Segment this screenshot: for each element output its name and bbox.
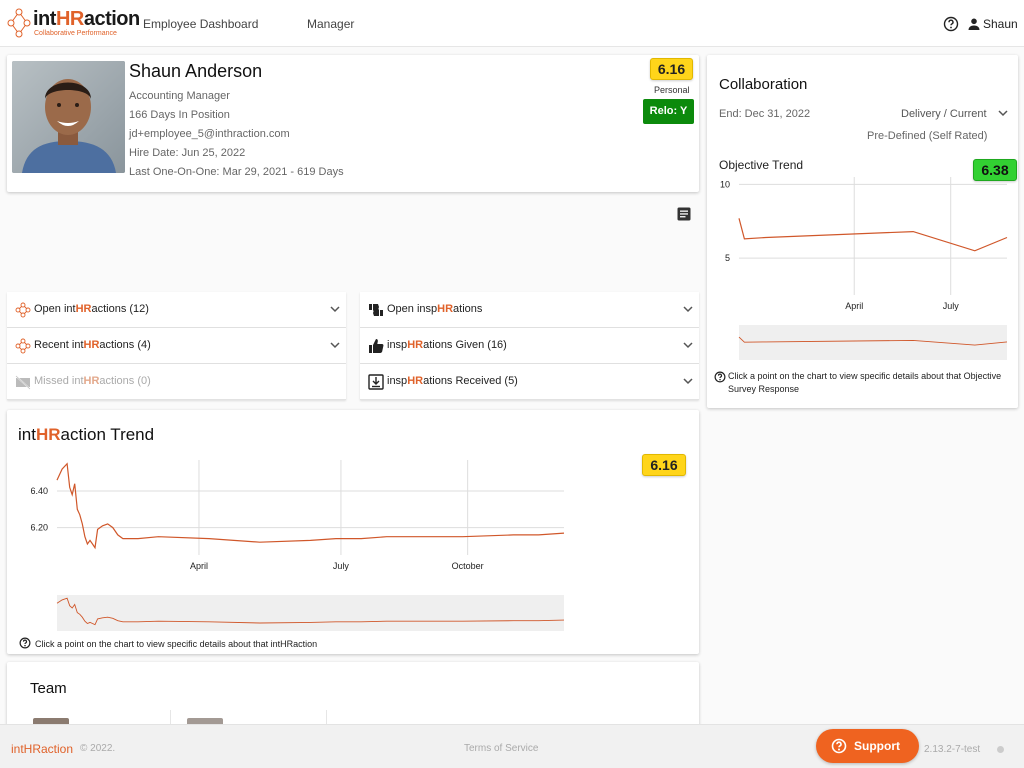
x-tick-label: July [333,561,350,571]
y-tick-label: 10 [720,179,730,189]
objective-trend-chart[interactable]: 10 5 April July [707,55,1018,360]
top-bar: intHRaction Collaborative Performance Em… [0,0,1024,47]
accordion-missed-inthractions: Missed intHRactions (0) [7,364,346,400]
accordion-open-insphrations[interactable]: Open inspHRations [360,292,699,328]
accordion-recent-inthractions[interactable]: Recent intHRactions (4) [7,328,346,364]
missed-icon [15,375,31,390]
team-title: Team [30,680,67,697]
accordion-insphrations-given[interactable]: inspHRations Given (16) [360,328,699,364]
thumbs-icon [369,304,383,316]
profile-days-in-position: 166 Days In Position [129,109,230,121]
chevron-down-icon [683,342,693,349]
personal-score-badge[interactable]: 6.16 [650,58,693,80]
person-icon [968,18,980,30]
x-tick-label: April [190,561,208,571]
objective-hint: Click a point on the chart to view speci… [714,370,1014,396]
network-icon [15,338,31,354]
accordion-label: Open inspHRations [387,303,483,315]
series-line [56,462,565,550]
accordion-label: inspHRations Given (16) [387,339,507,351]
accordion-label: Missed intHRactions (0) [34,375,151,387]
x-tick-label: April [845,301,863,311]
navigator-band [57,595,564,631]
personal-score-label: Personal [654,85,690,95]
help-icon [831,738,847,754]
app-logo[interactable]: intHRaction Collaborative Performance [5,6,140,40]
help-icon[interactable] [943,16,959,37]
footer-copyright: © 2022. [80,743,116,754]
logo-wordmark: intHRaction [33,8,140,30]
footer-brand: intHRaction [11,742,74,756]
terms-of-service-link[interactable]: Terms of Service [464,743,538,754]
y-tick-label: 6.20 [30,523,48,533]
profile-card: Shaun Anderson Accounting Manager 166 Da… [7,55,699,192]
support-button[interactable]: Support [816,729,919,763]
profile-hire-date: Hire Date: Jun 25, 2022 [129,147,246,159]
objective-hint-text: Click a point on the chart to view speci… [728,371,1002,394]
status-dot [997,746,1004,753]
profile-last-one-on-one: Last One-On-One: Mar 29, 2021 - 619 Days [129,166,344,178]
support-label: Support [854,739,900,753]
notes-icon[interactable] [677,207,691,226]
navigator-band [739,325,1007,360]
relo-badge: Relo: Y [643,99,694,124]
logo-network-icon [7,8,31,38]
app-version: 2.13.2-7-test [924,744,981,755]
profile-name: Shaun Anderson [129,61,263,81]
help-icon [19,637,31,649]
user-name: Shaun [983,17,1018,31]
y-tick-label: 6.40 [30,486,48,496]
thumbs-up-icon [369,339,384,353]
chevron-down-icon [683,378,693,385]
footer: intHRaction © 2022. Terms of Service Sup… [0,724,1024,768]
logo-tagline: Collaborative Performance [34,30,117,37]
y-tick-label: 5 [725,253,730,263]
accordion-label: inspHRations Received (5) [387,375,518,387]
profile-title: Accounting Manager [129,90,230,102]
accordion-label: Open intHRactions (12) [34,303,149,315]
help-icon [714,371,726,383]
profile-photo [12,61,125,173]
accordion-insphrations-received[interactable]: inspHRations Received (5) [360,364,699,400]
nav-manager[interactable]: Manager [307,17,354,31]
trend-hint: Click a point on the chart to view speci… [19,637,317,651]
nav-employee-dashboard[interactable]: Employee Dashboard [143,17,258,31]
user-menu[interactable]: Shaun [968,17,1018,31]
profile-email[interactable]: jd+employee_5@inthraction.com [129,128,290,140]
trend-score-badge[interactable]: 6.16 [642,454,686,476]
network-icon [15,302,31,318]
accordion-open-inthractions[interactable]: Open intHRactions (12) [7,292,346,328]
x-tick-label: October [452,561,484,571]
chevron-down-icon [330,342,340,349]
inbox-download-icon [368,374,384,390]
x-tick-label: July [943,301,960,311]
chevron-down-icon [683,306,693,313]
collaboration-card: Collaboration End: Dec 31, 2022 Delivery… [707,55,1018,408]
accordion-label: Recent intHRactions (4) [34,339,151,351]
chevron-down-icon [330,306,340,313]
series-line [738,218,1008,252]
inthraction-trend-chart[interactable]: 6.40 6.20 April July October [7,410,607,635]
inthraction-trend-card: intHRaction Trend 6.16 6.40 6.20 April July… [7,410,699,654]
